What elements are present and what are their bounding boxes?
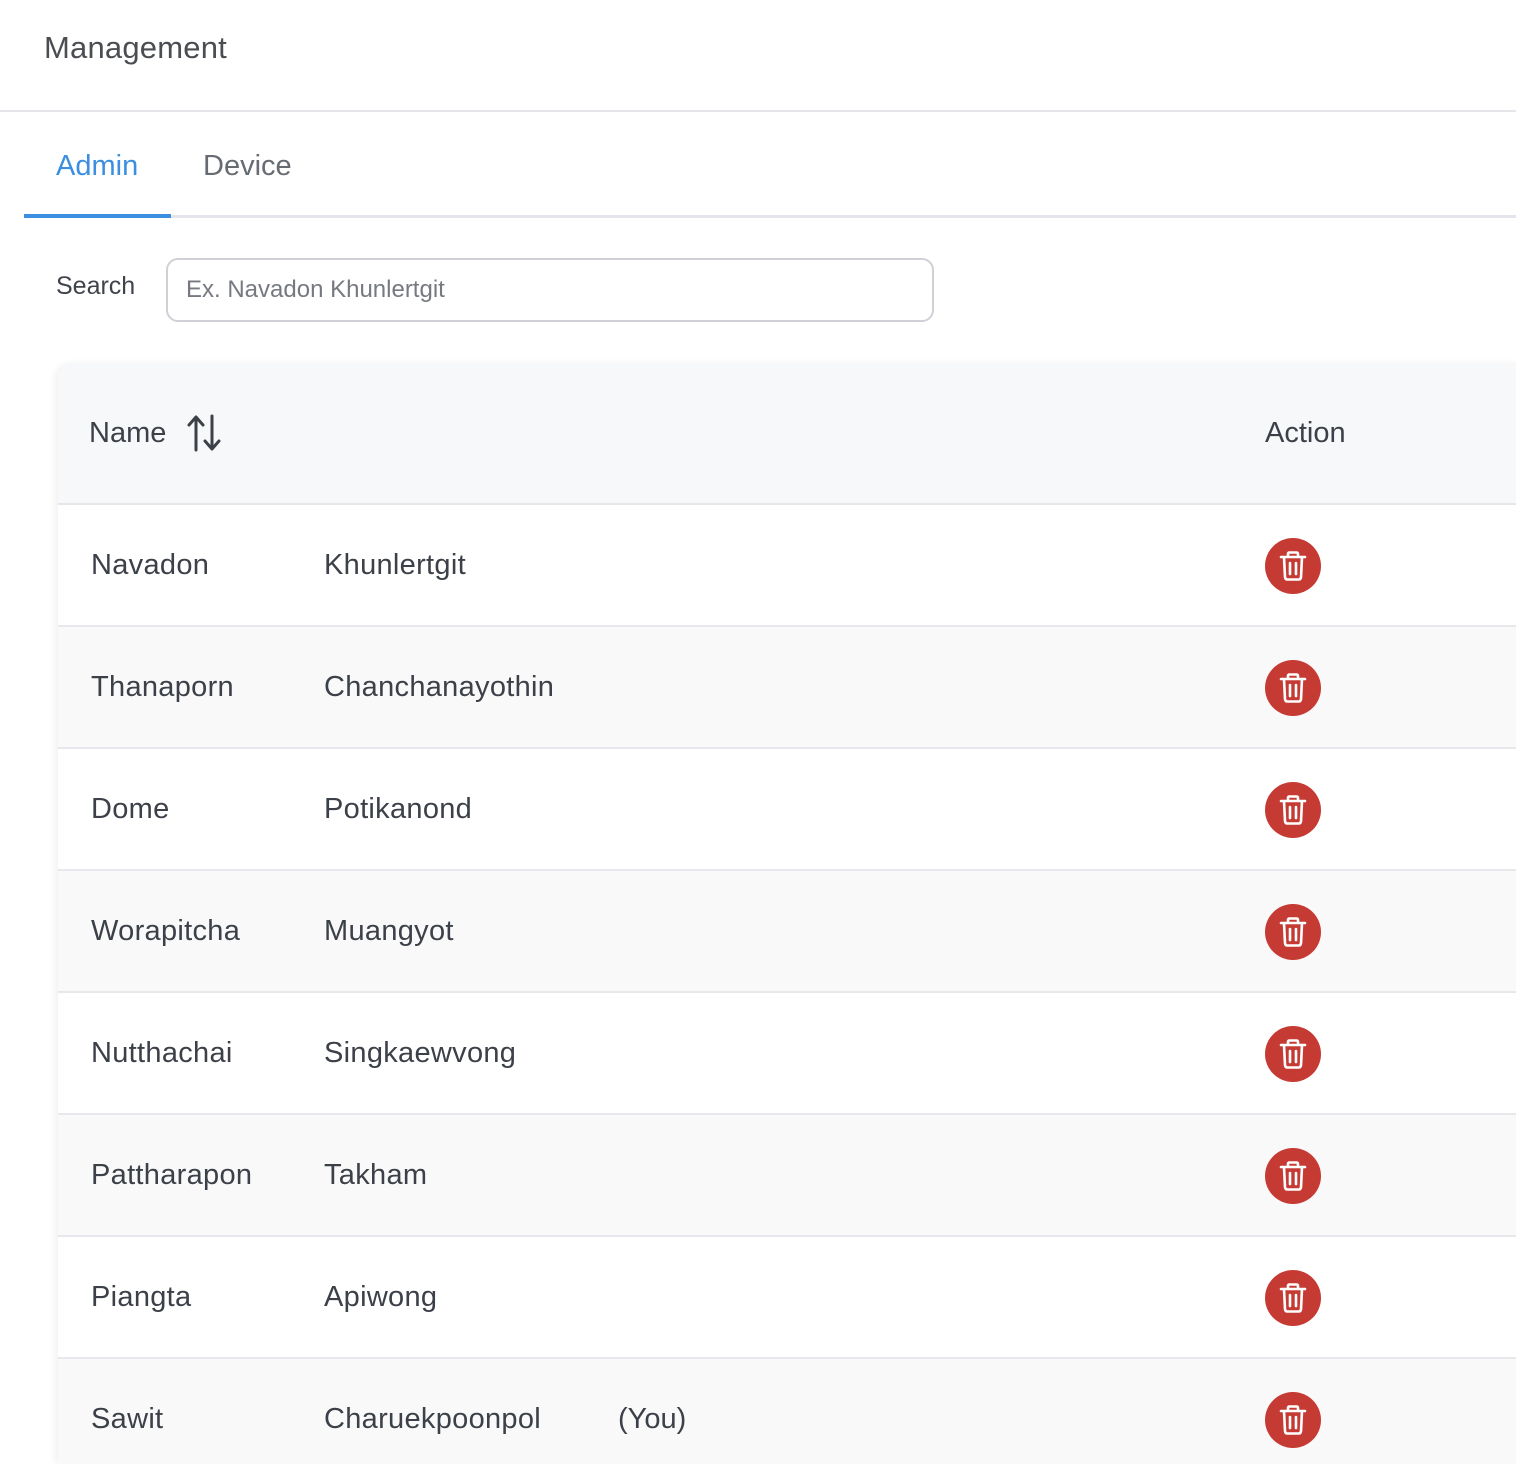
trash-icon [1279,1161,1307,1191]
delete-button[interactable] [1265,660,1321,716]
first-name-cell: Navadon [91,549,210,581]
column-header-name: Name [89,417,167,449]
delete-button[interactable] [1265,904,1321,960]
first-name-cell: Nutthachai [91,1037,233,1069]
table-row: Nutthachai Singkaewvong [58,993,1516,1115]
page-header: Management [0,0,1516,112]
delete-button[interactable] [1265,782,1321,838]
delete-button[interactable] [1265,1026,1321,1082]
table-row: Sawit Charuekpoonpol (You) [58,1359,1516,1464]
sort-up-down-icon[interactable] [186,414,222,452]
table-header: Name Action [58,364,1516,505]
delete-button[interactable] [1265,1392,1321,1448]
table-row: Dome Potikanond [58,749,1516,871]
trash-icon [1279,795,1307,825]
table-row: Worapitcha Muangyot [58,871,1516,993]
tab-admin[interactable]: Admin [56,150,138,183]
admin-table: Name Action Navadon Khunlertgit Thanaporn C… [58,364,1516,1464]
first-name-cell: Thanaporn [91,671,234,703]
current-user-badge: (You) [618,1403,687,1435]
table-row: Piangta Apiwong [58,1237,1516,1359]
first-name-cell: Worapitcha [91,915,241,947]
first-name-cell: Dome [91,793,170,825]
tab-bar: Admin Device [24,114,1516,218]
table-row: Navadon Khunlertgit [58,505,1516,627]
page-title: Management [44,30,227,65]
last-name-cell: Muangyot [324,915,454,947]
table-row: Pattharapon Takham [58,1115,1516,1237]
delete-button[interactable] [1265,1270,1321,1326]
trash-icon [1279,917,1307,947]
first-name-cell: Piangta [91,1281,192,1313]
search-input[interactable] [166,258,934,322]
search-label: Search [56,272,136,300]
last-name-cell: Charuekpoonpol [324,1403,542,1435]
last-name-cell: Singkaewvong [324,1037,517,1069]
trash-icon [1279,673,1307,703]
active-tab-indicator [24,214,171,218]
delete-button[interactable] [1265,1148,1321,1204]
tab-device[interactable]: Device [203,150,292,183]
column-header-action: Action [1265,417,1346,449]
last-name-cell: Takham [324,1159,428,1191]
last-name-cell: Apiwong [324,1281,438,1313]
first-name-cell: Sawit [91,1403,164,1435]
delete-button[interactable] [1265,538,1321,594]
first-name-cell: Pattharapon [91,1159,253,1191]
trash-icon [1279,551,1307,581]
last-name-cell: Chanchanayothin [324,671,555,703]
table-row: Thanaporn Chanchanayothin [58,627,1516,749]
last-name-cell: Khunlertgit [324,549,466,581]
trash-icon [1279,1405,1307,1435]
trash-icon [1279,1283,1307,1313]
last-name-cell: Potikanond [324,793,473,825]
trash-icon [1279,1039,1307,1069]
